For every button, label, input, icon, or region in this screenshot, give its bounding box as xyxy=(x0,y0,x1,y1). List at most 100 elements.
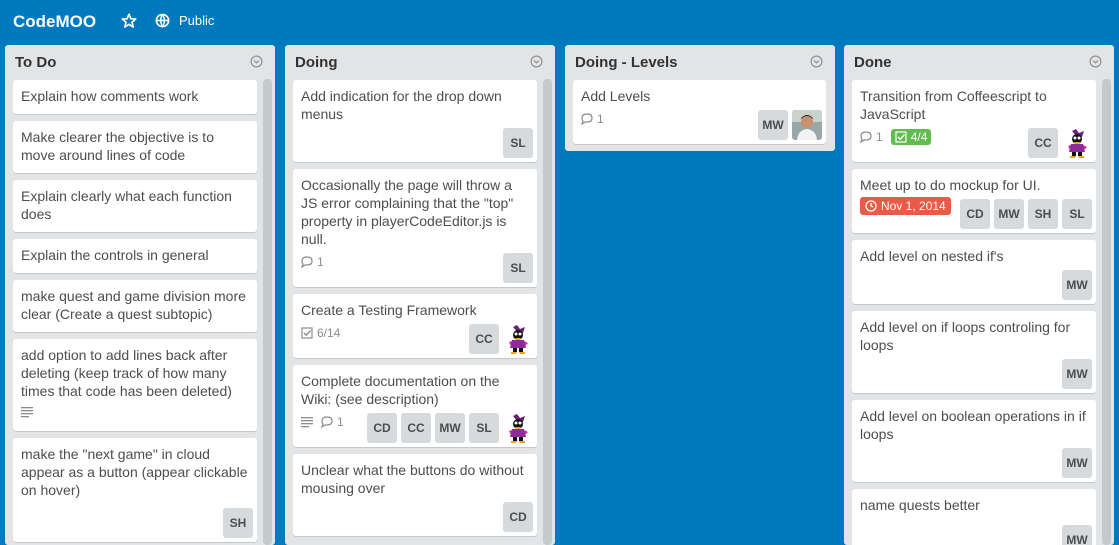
card[interactable]: Add level on boolean operations in if lo… xyxy=(852,400,1096,482)
member-avatar[interactable]: CC xyxy=(401,413,431,443)
comment-count: 1 xyxy=(317,255,324,269)
card-title: Occasionally the page will throw a JS er… xyxy=(301,177,514,247)
card-title: Add level on nested if's xyxy=(860,248,1004,264)
member-avatar[interactable]: SL xyxy=(503,253,533,283)
checklist-count: 6/14 xyxy=(317,326,341,340)
member-avatar[interactable]: CD xyxy=(503,502,533,532)
list-doing-levels: Doing - Levels Add Levels 1 MW xyxy=(565,45,835,151)
card[interactable]: Make clearer the objective is to move ar… xyxy=(13,121,257,173)
comment-badge: 1 xyxy=(321,413,344,431)
card-title: Explain the controls in general xyxy=(21,247,209,263)
member-avatar[interactable]: SH xyxy=(1028,199,1058,229)
member-avatar[interactable]: SH xyxy=(223,508,253,538)
due-date-badge: Nov 1, 2014 xyxy=(860,197,951,215)
member-avatar[interactable]: MW xyxy=(1062,448,1092,478)
card[interactable]: Explain how comments work xyxy=(13,80,257,114)
card-title: Create a Testing Framework xyxy=(301,302,477,318)
card-title: Add indication for the drop down menus xyxy=(301,88,502,122)
card[interactable]: Unclear what the buttons do without mous… xyxy=(293,454,537,536)
member-avatar[interactable]: SL xyxy=(469,413,499,443)
card[interactable]: add option to add lines back after delet… xyxy=(13,339,257,431)
checklist-icon xyxy=(301,327,313,339)
mascot-avatar[interactable] xyxy=(1062,128,1092,158)
comment-icon xyxy=(301,256,313,268)
mascot-avatar[interactable] xyxy=(503,324,533,354)
description-icon xyxy=(21,407,33,418)
card[interactable]: Complete documentation on the Wiki: (see… xyxy=(293,365,537,447)
card-title: make quest and game division more clear … xyxy=(21,288,246,322)
card-title: make the "next game" in cloud appear as … xyxy=(21,446,248,498)
member-avatar[interactable]: CD xyxy=(367,413,397,443)
list-menu-icon[interactable] xyxy=(250,55,263,68)
list-menu-icon[interactable] xyxy=(810,55,823,68)
card-title: Transition from Coffeescript to JavaScri… xyxy=(860,88,1047,122)
list-menu-icon[interactable] xyxy=(530,55,543,68)
card[interactable]: Create a Testing Framework 6/14 CC xyxy=(293,294,537,358)
member-avatar[interactable]: SL xyxy=(1062,199,1092,229)
comment-badge: 1 xyxy=(581,110,604,128)
list-doing: Doing Add indication for the drop down m… xyxy=(285,45,555,545)
card-title: Meet up to do mockup for UI. xyxy=(860,177,1041,193)
card[interactable]: make quest and game division more clear … xyxy=(13,280,257,332)
card[interactable]: Add indication for the drop down menus S… xyxy=(293,80,537,162)
visibility-label: Public xyxy=(179,13,215,28)
list-to-do: To Do Explain how comments work Make cle… xyxy=(5,45,275,545)
card[interactable]: Add level on if loops controling for loo… xyxy=(852,311,1096,393)
card[interactable]: Explain the controls in general xyxy=(13,239,257,273)
comment-icon xyxy=(581,113,593,125)
checklist-count: 4/4 xyxy=(910,130,928,144)
member-avatar[interactable]: MW xyxy=(1062,270,1092,300)
visibility-button[interactable]: Public xyxy=(155,13,214,28)
card-title: name quests better xyxy=(860,497,980,513)
card[interactable]: Add Levels 1 MW xyxy=(573,80,826,144)
globe-icon xyxy=(155,13,170,28)
star-icon[interactable] xyxy=(120,12,138,30)
board-title[interactable]: CodeMOO xyxy=(13,12,96,32)
card[interactable]: make the "next game" in cloud appear as … xyxy=(13,438,257,542)
comment-count: 1 xyxy=(876,130,883,144)
list-done: Done Transition from Coffeescript to Jav… xyxy=(844,45,1114,545)
member-avatar[interactable]: CC xyxy=(469,324,499,354)
member-avatar[interactable]: SL xyxy=(503,128,533,158)
list-title: Done xyxy=(854,54,892,71)
card[interactable]: Meet up to do mockup for UI. Nov 1, 2014… xyxy=(852,169,1096,233)
list-title: To Do xyxy=(15,54,57,71)
card-title: Explain how comments work xyxy=(21,88,199,104)
description-icon xyxy=(301,417,313,428)
member-avatar[interactable]: MW xyxy=(994,199,1024,229)
member-avatar[interactable]: CD xyxy=(960,199,990,229)
checklist-icon xyxy=(895,131,907,143)
card[interactable]: name quests better MW xyxy=(852,489,1096,545)
list-scrollbar[interactable] xyxy=(1102,79,1111,545)
card-title: Unclear what the buttons do without mous… xyxy=(301,462,524,496)
comment-icon xyxy=(860,131,872,143)
card[interactable]: Occasionally the page will throw a JS er… xyxy=(293,169,537,287)
card-title: Complete documentation on the Wiki: (see… xyxy=(301,373,500,407)
comment-badge: 1 xyxy=(860,128,883,146)
member-avatar[interactable]: MW xyxy=(758,110,788,140)
board-header: CodeMOO Public xyxy=(0,0,1119,44)
member-avatar[interactable]: MW xyxy=(1062,525,1092,545)
comment-icon xyxy=(321,416,333,428)
clock-icon xyxy=(865,200,877,212)
card-title: Make clearer the objective is to move ar… xyxy=(21,129,214,163)
card[interactable]: Add level on nested if's MW xyxy=(852,240,1096,304)
card-title: Add level on boolean operations in if lo… xyxy=(860,408,1086,442)
card-title: Add Levels xyxy=(581,88,651,104)
card-title: Add level on if loops controling for loo… xyxy=(860,319,1071,353)
list-title: Doing xyxy=(295,54,338,71)
card[interactable]: Explain clearly what each function does xyxy=(13,180,257,232)
list-menu-icon[interactable] xyxy=(1089,55,1102,68)
mascot-avatar[interactable] xyxy=(503,413,533,443)
list-scrollbar[interactable] xyxy=(263,79,272,545)
list-scrollbar[interactable] xyxy=(543,79,552,545)
member-avatar[interactable]: MW xyxy=(1062,359,1092,389)
photo-avatar[interactable] xyxy=(792,110,822,140)
member-avatar[interactable]: MW xyxy=(435,413,465,443)
card[interactable]: Transition from Coffeescript to JavaScri… xyxy=(852,80,1096,162)
due-date: Nov 1, 2014 xyxy=(881,199,946,213)
member-avatar[interactable]: CC xyxy=(1028,128,1058,158)
card-title: add option to add lines back after delet… xyxy=(21,347,232,399)
checklist-complete-badge: 4/4 xyxy=(890,129,932,145)
checklist-badge: 6/14 xyxy=(301,324,340,342)
